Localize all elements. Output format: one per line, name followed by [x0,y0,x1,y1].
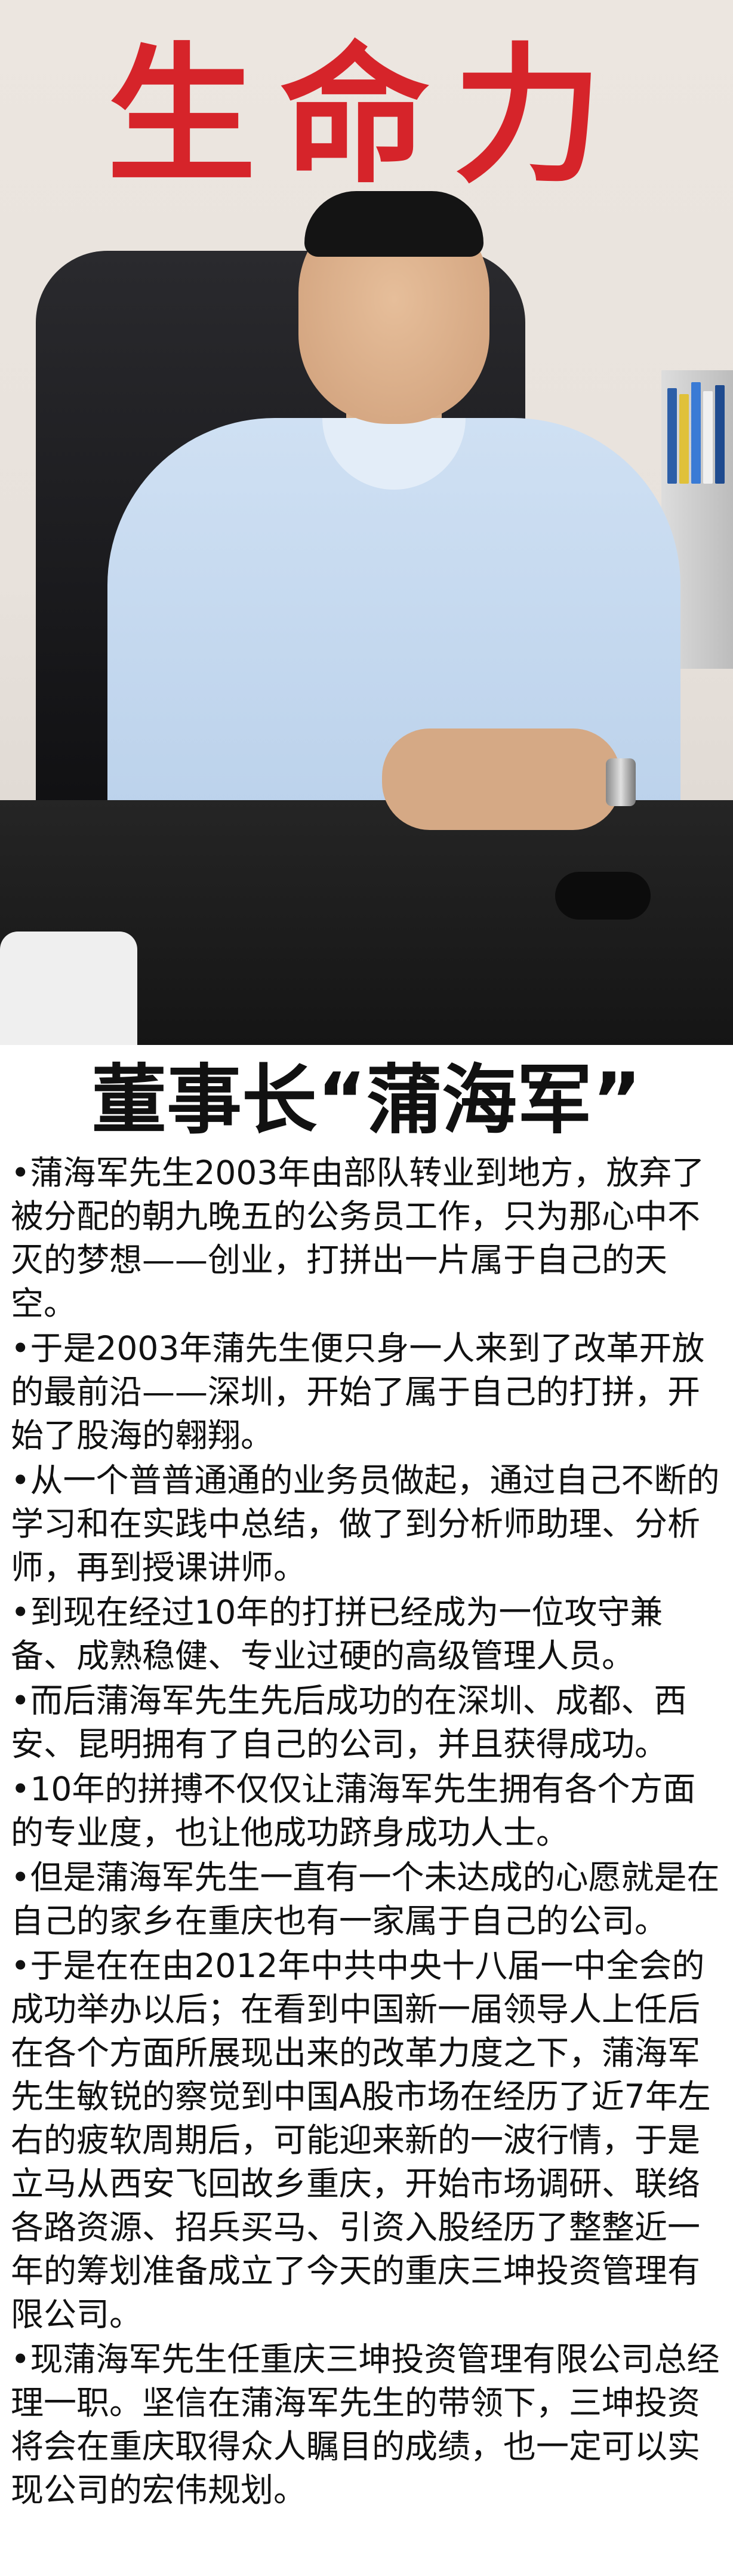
clasped-hands [382,728,621,830]
biography-text: •蒲海军先生2003年由部队转业到地方，放弃了被分配的朝九晚五的公务员工作，只为… [0,1151,733,2512]
paragraph: •现蒲海军先生任重庆三坤投资管理有限公司总经理一职。坚信在蒲海军先生的带领下，三… [11,2340,720,2509]
computer-mouse [555,872,651,920]
paragraph: •蒲海军先生2003年由部队转业到地方，放弃了被分配的朝九晚五的公务员工作，只为… [11,1154,705,1323]
paragraph: •而后蒲海军先生先后成功的在深圳、成都、西安、昆明拥有了自己的公司，并且获得成功… [11,1682,687,1763]
paragraph: •从一个普普通通的业务员做起，通过自己不断的学习和在实践中总结，做了到分析师助理… [11,1461,720,1587]
wristwatch [606,758,636,806]
paragraph: •于是2003年蒲先生便只身一人来到了改革开放的最前沿——深圳，开始了属于自己的… [11,1329,705,1455]
paragraph: •但是蒲海军先生一直有一个未达成的心愿就是在自己的家乡在重庆也有一家属于自己的公… [11,1858,720,1940]
chairman-photo: 生命力 [0,0,733,1045]
hair [304,191,483,257]
paragraph: •到现在经过10年的打拼已经成为一位攻守兼备、成熟稳健、专业过硬的高级管理人员。 [11,1593,663,1675]
desk-phone [0,932,137,1045]
page-title: 董事长“蒲海军” [91,1056,642,1144]
paragraph: •10年的拼搏不仅仅让蒲海军先生拥有各个方面的专业度，也让他成功跻身成功人士。 [11,1770,696,1852]
paragraph: •于是在在由2012年中共中央十八届一中全会的成功举办以后；在看到中国新一届领导… [11,1947,711,2334]
wall-sign: 生命力 [107,29,626,203]
